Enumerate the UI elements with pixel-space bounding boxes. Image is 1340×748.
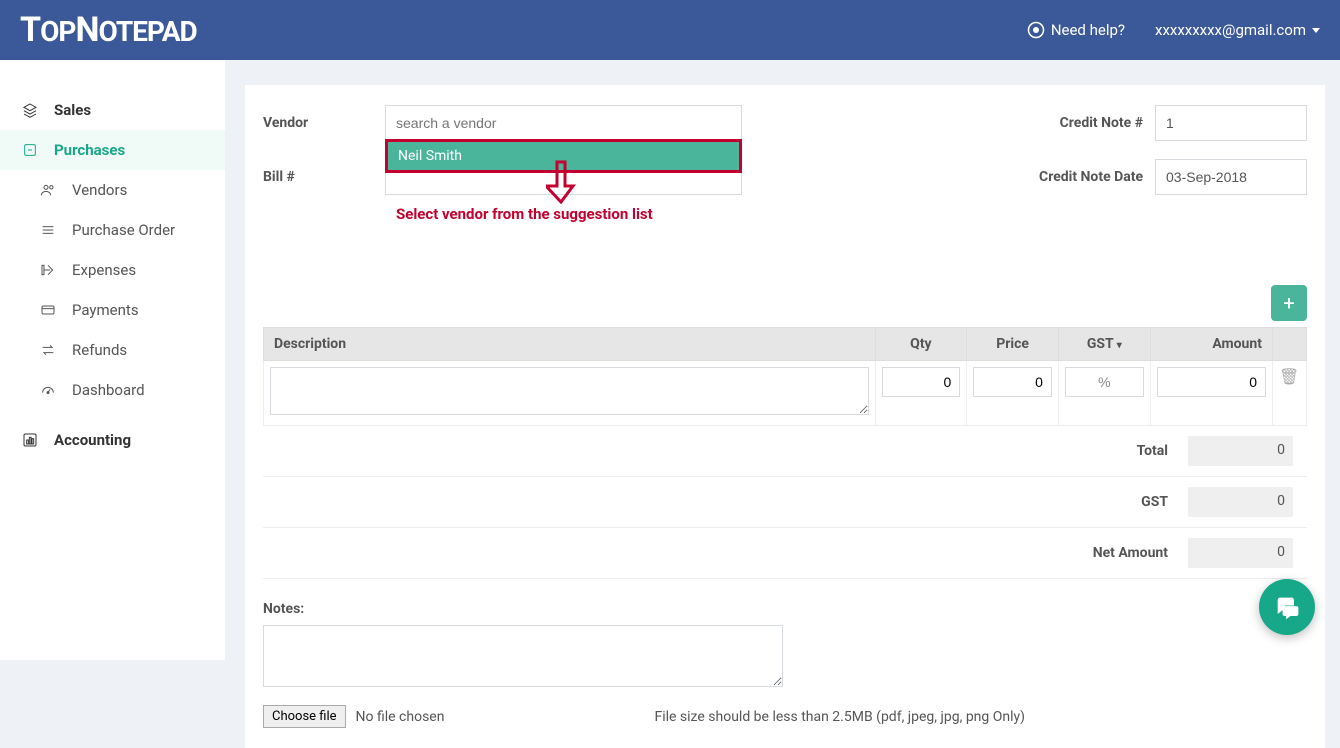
vendor-input[interactable] [385, 105, 742, 141]
amount-input[interactable] [1157, 367, 1266, 397]
help-icon [1027, 21, 1045, 39]
credit-card-icon [38, 302, 58, 318]
bill-label: Bill # [263, 169, 373, 185]
layers-icon [20, 102, 40, 118]
col-gst[interactable]: GST ▾ [1058, 328, 1150, 361]
nav-label: Purchases [54, 141, 125, 159]
sidebar-item-purchases[interactable]: Purchases [0, 130, 225, 170]
swap-icon [38, 342, 58, 358]
col-actions [1272, 328, 1306, 361]
col-description: Description [264, 328, 876, 361]
total-label: Total [1137, 443, 1168, 459]
qty-input[interactable] [882, 367, 961, 397]
user-email: xxxxxxxxx@gmail.com [1155, 21, 1306, 39]
credit-note-num-input[interactable] [1155, 105, 1307, 141]
notes-label: Notes: [263, 601, 1307, 617]
minus-square-icon [20, 142, 40, 158]
delete-line-button[interactable]: 🗑 [1272, 361, 1306, 426]
annotation-arrow-icon [546, 160, 576, 208]
nav-label: Sales [54, 101, 91, 119]
nav-label: Payments [72, 301, 139, 319]
chart-icon [20, 432, 40, 448]
main-panel: Vendor Neil Smith Bill # Credit Note # C… [245, 85, 1325, 748]
file-hint: File size should be less than 2.5MB (pdf… [654, 709, 1025, 725]
users-icon [38, 182, 58, 198]
col-price: Price [967, 328, 1059, 361]
chat-icon [1273, 593, 1301, 621]
app-logo: TOPNOTEPAD [20, 10, 197, 50]
sidebar-item-accounting[interactable]: Accounting [0, 420, 225, 460]
vendor-label: Vendor [263, 115, 373, 131]
line-item-row: 🗑 [264, 361, 1307, 426]
chevron-down-icon: ▾ [1117, 340, 1122, 351]
credit-note-num-label: Credit Note # [1008, 115, 1143, 131]
sidebar-item-purchase-order[interactable]: Purchase Order [0, 210, 225, 250]
credit-note-date-input[interactable] [1155, 159, 1307, 195]
sidebar-item-sales[interactable]: Sales [0, 90, 225, 130]
gst-total-value: 0 [1188, 487, 1293, 517]
credit-note-date-label: Credit Note Date [1008, 169, 1143, 185]
user-menu[interactable]: xxxxxxxxx@gmail.com [1155, 21, 1320, 39]
sidebar-item-refunds[interactable]: Refunds [0, 330, 225, 370]
line-items-table: Description Qty Price GST ▾ Amount 🗑 [263, 327, 1307, 426]
gauge-icon [38, 382, 58, 398]
nav-label: Expenses [72, 261, 136, 279]
help-label: Need help? [1051, 21, 1125, 39]
annotation-text: Select vendor from the suggestion list [396, 205, 653, 223]
total-value: 0 [1188, 436, 1293, 466]
nav-label: Accounting [54, 431, 131, 449]
file-status: No file chosen [356, 709, 445, 725]
chevron-down-icon [1312, 28, 1320, 33]
nav-label: Vendors [72, 181, 127, 199]
sidebar-item-expenses[interactable]: Expenses [0, 250, 225, 290]
choose-file-button[interactable]: Choose file [263, 705, 346, 728]
gst-input[interactable] [1065, 367, 1144, 397]
sidebar-item-vendors[interactable]: Vendors [0, 170, 225, 210]
share-icon [38, 262, 58, 278]
col-amount: Amount [1150, 328, 1272, 361]
list-icon [38, 222, 58, 238]
gst-total-label: GST [1141, 494, 1168, 510]
sidebar-item-dashboard[interactable]: Dashboard [0, 370, 225, 410]
nav-label: Dashboard [72, 381, 145, 399]
net-amount-label: Net Amount [1093, 545, 1168, 561]
app-header: TOPNOTEPAD Need help? xxxxxxxxx@gmail.co… [0, 0, 1340, 60]
totals: Total 0 GST 0 Net Amount 0 [263, 426, 1307, 579]
chat-button[interactable] [1259, 579, 1315, 635]
add-line-button[interactable]: + [1271, 285, 1307, 321]
description-input[interactable] [270, 367, 869, 415]
notes-input[interactable] [263, 625, 783, 687]
net-amount-value: 0 [1188, 538, 1293, 568]
price-input[interactable] [973, 367, 1052, 397]
sidebar: Sales Purchases Vendors Purchase Order E… [0, 60, 225, 660]
sidebar-item-payments[interactable]: Payments [0, 290, 225, 330]
help-link[interactable]: Need help? [1027, 21, 1125, 39]
col-qty: Qty [875, 328, 967, 361]
nav-label: Purchase Order [72, 221, 175, 239]
nav-label: Refunds [72, 341, 127, 359]
